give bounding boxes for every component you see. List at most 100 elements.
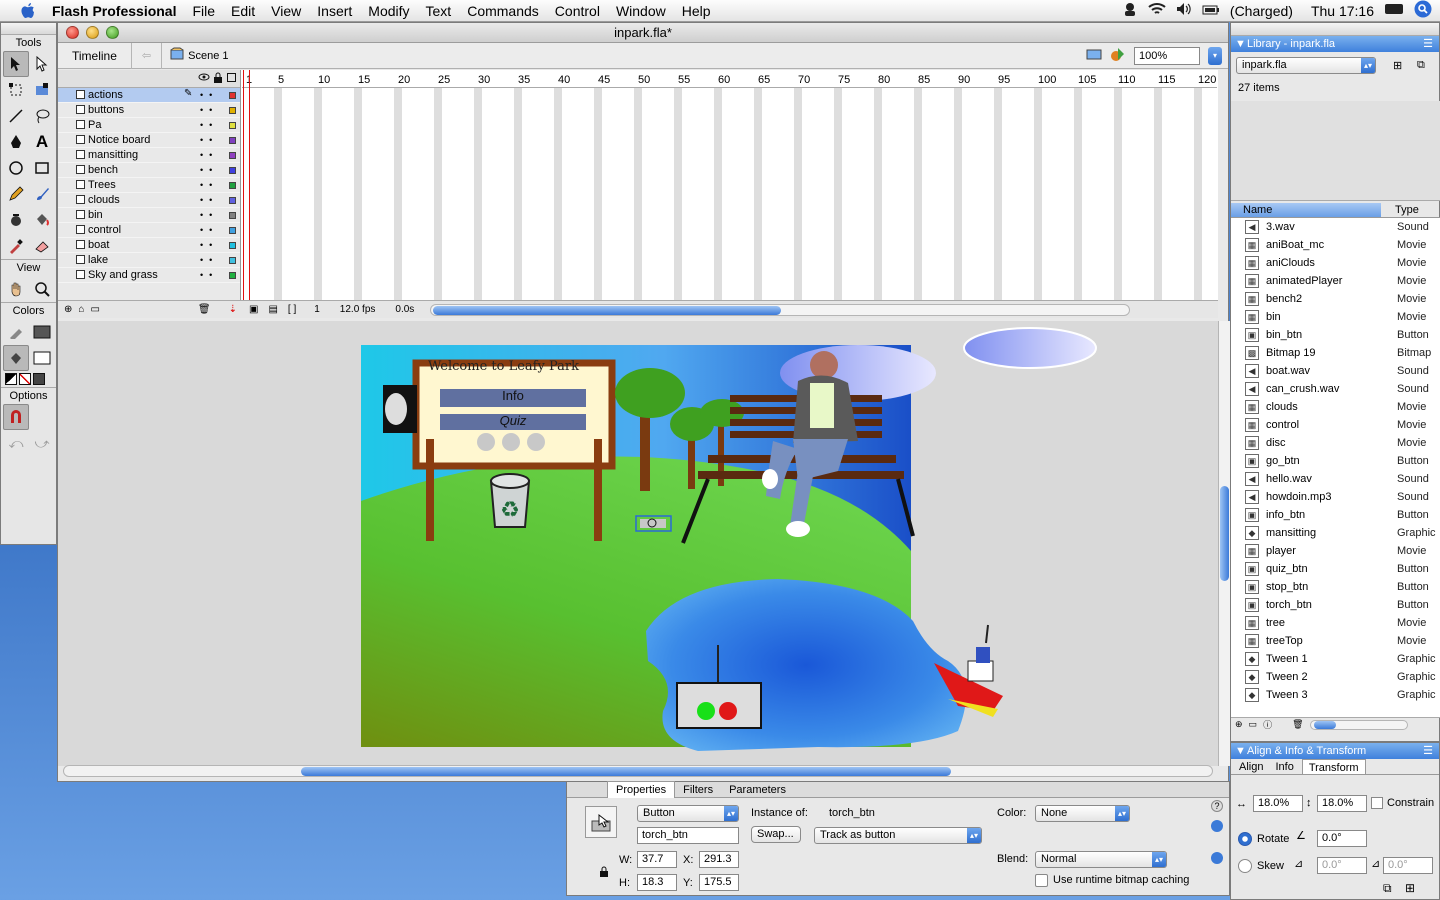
library-options-icon[interactable]: ☰ <box>1423 36 1433 52</box>
wifi-icon[interactable] <box>1148 2 1166 19</box>
add-layer-icon[interactable]: ⊕ <box>64 304 72 315</box>
library-item[interactable]: ▣ stop_btn Button <box>1231 578 1440 596</box>
library-panel-header[interactable] <box>1231 23 1439 36</box>
rectangle-tool-icon[interactable] <box>29 155 55 181</box>
layer-visibility-dots[interactable]: •• <box>200 240 218 250</box>
rotate-radio[interactable] <box>1238 832 1252 846</box>
smooth-option-icon[interactable]: ⤺ <box>3 430 29 456</box>
library-item[interactable]: ◀ hello.wav Sound <box>1231 470 1440 488</box>
y-input[interactable]: 175.5 <box>699 874 739 891</box>
clock[interactable]: Thu 17:16 <box>1311 3 1374 19</box>
edit-scene-icon[interactable] <box>1086 47 1102 64</box>
constrain-checkbox[interactable] <box>1371 797 1383 809</box>
hand-tool-icon[interactable] <box>3 276 29 302</box>
instance-name-input[interactable]: torch_btn <box>637 827 739 844</box>
layer-outline-color[interactable] <box>229 91 236 99</box>
layer-row[interactable]: bench •• <box>58 163 240 178</box>
menu-window[interactable]: Window <box>608 0 674 22</box>
library-item[interactable]: ▦ control Movie <box>1231 416 1440 434</box>
gradient-transform-tool-icon[interactable] <box>29 77 55 103</box>
library-item[interactable]: ▦ aniClouds Movie <box>1231 254 1440 272</box>
layer-outline-color[interactable] <box>229 226 236 234</box>
accessibility-icon[interactable] <box>1211 852 1223 864</box>
tab-properties[interactable]: Properties <box>607 781 676 798</box>
swap-colors-icon[interactable] <box>33 373 45 385</box>
stage-hscroll[interactable] <box>63 765 1213 777</box>
stroke-color-swatch[interactable] <box>29 319 55 345</box>
width-input[interactable]: 37.7 <box>637 851 677 868</box>
color-effect-select[interactable]: None ▴▾ <box>1035 805 1130 822</box>
library-item[interactable]: ▣ info_btn Button <box>1231 506 1440 524</box>
copy-transform-icon[interactable]: ⧉ <box>1383 881 1392 896</box>
tab-transform[interactable]: Transform <box>1301 759 1366 774</box>
library-item[interactable]: ▩ Bitmap 19 Bitmap <box>1231 344 1440 362</box>
library-item[interactable]: ▦ disc Movie <box>1231 434 1440 452</box>
zoom-input[interactable]: 100% <box>1134 46 1200 65</box>
layer-visibility-dots[interactable]: •• <box>200 150 218 160</box>
subselection-tool-icon[interactable] <box>29 51 55 77</box>
add-guide-icon[interactable]: ⌂ <box>78 304 84 315</box>
stage-area[interactable]: ♻ Welcome to Leafy Park Info Quiz <box>58 321 1218 766</box>
ink-bottle-tool-icon[interactable] <box>3 207 29 233</box>
library-item[interactable]: ▦ bench2 Movie <box>1231 290 1440 308</box>
bitmap-caching-checkbox[interactable] <box>1035 874 1048 887</box>
zoom-dropdown-arrow-icon[interactable]: ▾ <box>1208 46 1222 65</box>
zoom-tool-icon[interactable] <box>29 276 55 302</box>
library-item[interactable]: ◀ boat.wav Sound <box>1231 362 1440 380</box>
menu-insert[interactable]: Insert <box>309 0 360 22</box>
skew-radio[interactable] <box>1238 859 1252 873</box>
constrain-lock-icon[interactable] <box>599 866 609 881</box>
scene-breadcrumb[interactable]: Scene 1 <box>162 47 236 64</box>
layer-row[interactable]: Notice board •• <box>58 133 240 148</box>
library-item[interactable]: ◆ Tween 2 Graphic <box>1231 668 1440 686</box>
new-folder-icon[interactable]: ▭ <box>1249 719 1258 730</box>
tab-info[interactable]: Info <box>1267 759 1301 774</box>
layer-outline-color[interactable] <box>229 241 236 249</box>
minimize-button[interactable] <box>86 26 99 39</box>
library-item[interactable]: ▦ clouds Movie <box>1231 398 1440 416</box>
delete-layer-icon[interactable]: 🗑 <box>198 304 211 315</box>
layer-outline-color[interactable] <box>229 271 236 279</box>
library-item[interactable]: ◆ Tween 3 Graphic <box>1231 686 1440 704</box>
layer-row[interactable]: Trees •• <box>58 178 240 193</box>
timeline-toggle-button[interactable]: Timeline <box>58 42 132 69</box>
layer-row[interactable]: bin •• <box>58 208 240 223</box>
x-input[interactable]: 291.3 <box>699 851 739 868</box>
pin-library-icon[interactable]: ⊞ <box>1393 59 1402 72</box>
align-collapse-arrow-icon[interactable]: ▼ <box>1235 743 1246 759</box>
onion-skin-icon[interactable]: ▣ <box>249 304 258 315</box>
scale-width-input[interactable]: 18.0% <box>1253 795 1303 812</box>
frame-rate[interactable]: 12.0 fps <box>340 304 376 315</box>
layer-visibility-dots[interactable]: •• <box>200 210 218 220</box>
library-item[interactable]: ▦ aniBoat_mc Movie <box>1231 236 1440 254</box>
layer-visibility-dots[interactable]: •• <box>200 255 218 265</box>
snap-magnet-icon[interactable] <box>3 404 29 430</box>
playhead[interactable] <box>243 70 250 300</box>
layer-outline-color[interactable] <box>229 106 236 114</box>
align-options-icon[interactable]: ☰ <box>1423 743 1433 759</box>
layer-outline-color[interactable] <box>229 136 236 144</box>
battery-icon[interactable] <box>1202 3 1220 19</box>
center-frame-icon[interactable]: ⇣ <box>229 304 237 315</box>
edit-multiple-frames-icon[interactable]: ▤ <box>268 304 277 315</box>
layer-visibility-dots[interactable]: •• <box>200 180 218 190</box>
library-item[interactable]: ◆ Tween 1 Graphic <box>1231 650 1440 668</box>
eraser-tool-icon[interactable] <box>29 233 55 259</box>
app-menu[interactable]: Flash Professional <box>52 0 184 22</box>
outline-icon[interactable] <box>227 73 236 82</box>
scale-height-input[interactable]: 18.0% <box>1317 795 1367 812</box>
library-item[interactable]: ▦ bin Movie <box>1231 308 1440 326</box>
menu-modify[interactable]: Modify <box>360 0 417 22</box>
menu-file[interactable]: File <box>184 0 223 22</box>
layer-visibility-dots[interactable]: •• <box>200 135 218 145</box>
layer-row[interactable]: actions ✎ •• <box>58 88 240 103</box>
menu-commands[interactable]: Commands <box>459 0 547 22</box>
swap-button[interactable]: Swap... <box>751 826 801 843</box>
user-icon[interactable] <box>1122 1 1138 20</box>
timeline-scroll-thumb[interactable] <box>433 305 782 315</box>
text-tool-icon[interactable]: A <box>29 129 55 155</box>
layer-outline-color[interactable] <box>229 181 236 189</box>
apple-menu-icon[interactable] <box>18 1 38 21</box>
back-arrow-icon[interactable]: ⇦ <box>132 42 163 69</box>
layer-outline-color[interactable] <box>229 151 236 159</box>
